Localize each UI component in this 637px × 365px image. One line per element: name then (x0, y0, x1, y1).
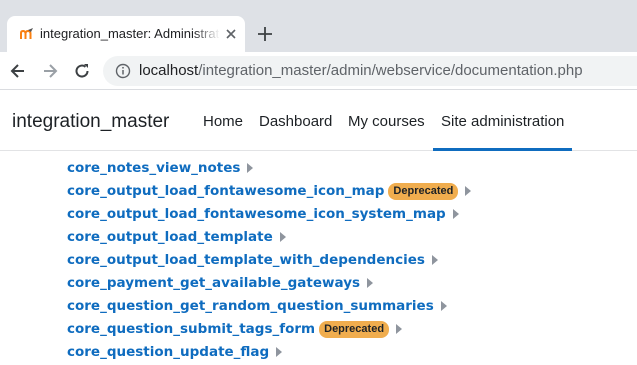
browser-tab-strip: integration_master: Administration (0, 0, 637, 52)
nav-my-courses[interactable]: My courses (348, 113, 425, 130)
list-item: core_question_get_random_question_summar… (67, 295, 447, 317)
list-item: core_output_load_template_with_dependenc… (67, 249, 438, 271)
function-link[interactable]: core_question_update_flag (67, 344, 269, 360)
browser-toolbar: localhost/integration_master/admin/webse… (0, 52, 637, 90)
reload-icon[interactable] (72, 61, 92, 81)
nav-home[interactable]: Home (203, 113, 243, 130)
list-item: core_output_load_fontawesome_icon_system… (67, 203, 459, 225)
function-link[interactable]: core_notes_view_notes (67, 160, 240, 176)
nav-dashboard[interactable]: Dashboard (259, 113, 332, 130)
list-item: core_question_update_flag (67, 341, 283, 363)
list-item: core_output_load_fontawesome_icon_map De… (67, 180, 472, 202)
function-link[interactable]: core_output_load_fontawesome_icon_system… (67, 206, 446, 222)
site-navbar: integration_master Home Dashboard My cou… (0, 91, 637, 151)
moodle-favicon-icon (20, 28, 33, 39)
function-link[interactable]: core_output_load_fontawesome_icon_map (67, 183, 384, 199)
list-item: core_notes_view_notes (67, 157, 254, 179)
function-link[interactable]: core_question_get_random_question_summar… (67, 298, 434, 314)
expand-caret-icon[interactable] (279, 232, 286, 242)
expand-caret-icon[interactable] (465, 186, 472, 196)
address-bar[interactable]: localhost/integration_master/admin/webse… (103, 56, 637, 86)
function-link[interactable]: core_question_submit_tags_form (67, 321, 315, 337)
expand-caret-icon[interactable] (440, 301, 447, 311)
back-arrow-icon[interactable] (8, 61, 28, 81)
url-host: localhost (139, 62, 199, 79)
expand-caret-icon[interactable] (247, 163, 254, 173)
deprecated-badge: Deprecated (319, 320, 390, 338)
list-item: core_output_load_template (67, 226, 286, 248)
expand-caret-icon[interactable] (452, 209, 459, 219)
new-tab-icon[interactable] (256, 25, 274, 43)
site-brand[interactable]: integration_master (12, 111, 169, 133)
site-info-icon[interactable] (115, 63, 131, 79)
nav-site-administration[interactable]: Site administration (441, 113, 564, 130)
expand-caret-icon[interactable] (367, 278, 374, 288)
url-path: /integration_master/admin/webservice/doc… (198, 62, 583, 79)
forward-arrow-icon[interactable] (40, 61, 60, 81)
function-link[interactable]: core_output_load_template_with_dependenc… (67, 252, 425, 268)
function-link[interactable]: core_payment_get_available_gateways (67, 275, 360, 291)
browser-tab[interactable]: integration_master: Administration (7, 16, 245, 52)
list-item: core_question_submit_tags_form Deprecate… (67, 318, 403, 340)
browser-tab-title: integration_master: Administration (40, 26, 220, 41)
deprecated-badge: Deprecated (388, 182, 459, 200)
active-nav-indicator (433, 148, 572, 151)
function-list: core_notes_view_notes core_output_load_f… (0, 152, 637, 365)
expand-caret-icon[interactable] (431, 255, 438, 265)
expand-caret-icon[interactable] (396, 324, 403, 334)
function-link[interactable]: core_output_load_template (67, 229, 273, 245)
expand-caret-icon[interactable] (276, 347, 283, 357)
list-item: core_payment_get_available_gateways (67, 272, 374, 294)
close-tab-icon[interactable] (223, 26, 239, 42)
url-text: localhost/integration_master/admin/webse… (139, 62, 583, 79)
